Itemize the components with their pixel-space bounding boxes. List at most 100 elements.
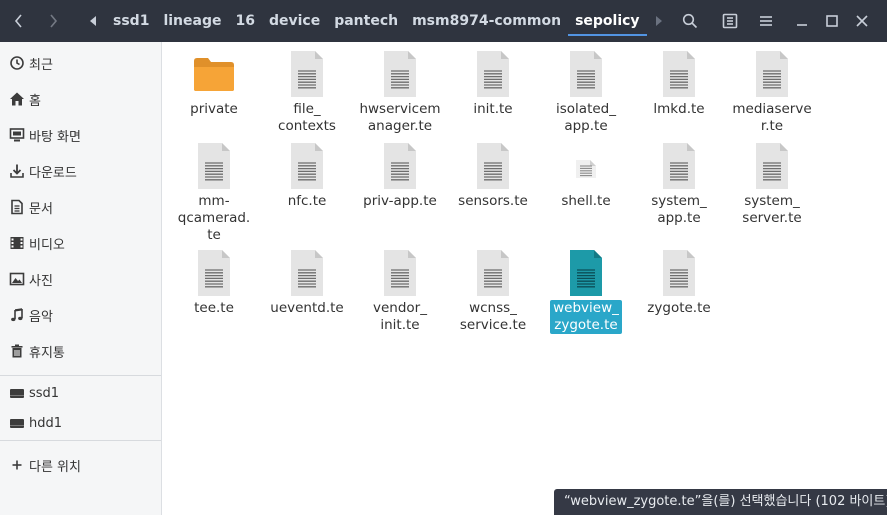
file-name: hwservicem anager.te xyxy=(359,101,441,134)
maximize-button[interactable] xyxy=(818,8,846,34)
text-file-icon xyxy=(748,142,796,190)
text-file-icon xyxy=(469,50,517,98)
chevron-right-icon xyxy=(50,14,58,28)
close-button[interactable] xyxy=(848,8,876,34)
sidebar-item-label: ssd1 xyxy=(29,385,60,401)
breadcrumb-item[interactable]: sepolicy xyxy=(568,6,647,36)
file-name: private xyxy=(190,101,238,117)
file-item[interactable]: lmkd.te xyxy=(638,50,720,118)
sidebar-item-label: 바탕 화면 xyxy=(29,129,81,145)
text-file-icon xyxy=(655,50,703,98)
breadcrumb-item[interactable]: device xyxy=(262,6,327,36)
sidebar-item-label: 홈 xyxy=(29,93,41,109)
sidebar-item-label: 사진 xyxy=(29,273,53,289)
file-name: mm- qcamerad. te xyxy=(177,193,251,243)
file-item[interactable]: tee.te xyxy=(173,249,255,317)
file-item[interactable]: ueventd.te xyxy=(266,249,348,317)
breadcrumb-item[interactable]: pantech xyxy=(327,6,405,36)
file-name: tee.te xyxy=(194,300,234,316)
sidebar-divider xyxy=(0,375,161,376)
text-file-icon xyxy=(748,50,796,98)
file-name: zygote.te xyxy=(647,300,711,316)
file-item[interactable]: sensors.te xyxy=(452,142,534,210)
clock-icon xyxy=(9,55,25,71)
file-item[interactable]: vendor_ init.te xyxy=(359,249,441,334)
text-file-icon xyxy=(469,249,517,297)
file-item[interactable]: hwservicem anager.te xyxy=(359,50,441,135)
file-item[interactable]: nfc.te xyxy=(266,142,348,210)
sidebar-item-label: 비디오 xyxy=(29,237,65,253)
minimize-button[interactable] xyxy=(788,8,816,34)
sidebar-item-trash[interactable]: 휴지통 xyxy=(0,336,161,366)
file-item[interactable]: wcnss_ service.te xyxy=(452,249,534,334)
sidebar-item-recent[interactable]: 최근 xyxy=(0,48,161,78)
text-file-icon xyxy=(469,142,517,190)
folder-icon xyxy=(190,50,238,98)
sidebar-item-ssd1[interactable]: ssd1 xyxy=(0,378,161,408)
file-item[interactable]: shell.te xyxy=(545,142,627,210)
file-item[interactable]: zygote.te xyxy=(638,249,720,317)
text-file-icon xyxy=(190,249,238,297)
file-item[interactable]: priv-app.te xyxy=(359,142,441,210)
file-item[interactable]: system_ server.te xyxy=(731,142,813,227)
drive-icon xyxy=(9,385,25,401)
breadcrumb-item[interactable]: ssd1 xyxy=(106,6,156,36)
file-name: mediaserve r.te xyxy=(732,101,812,134)
triangle-left-icon xyxy=(90,16,96,26)
sidebar-item-label: 최근 xyxy=(29,57,53,73)
plus-icon xyxy=(9,457,25,473)
file-name: lmkd.te xyxy=(653,101,705,117)
back-button[interactable] xyxy=(6,8,32,34)
folder-item[interactable]: private xyxy=(173,50,255,118)
breadcrumb-item[interactable]: msm8974-common xyxy=(405,6,568,36)
text-file-icon xyxy=(190,142,238,190)
forward-button[interactable] xyxy=(40,8,66,34)
file-name: init.te xyxy=(473,101,513,117)
desktop-icon xyxy=(9,127,25,143)
file-item[interactable]: file_ contexts xyxy=(266,50,348,135)
sidebar-item-music[interactable]: 음악 xyxy=(0,300,161,330)
breadcrumb-item[interactable]: lineage xyxy=(156,6,228,36)
text-file-icon xyxy=(562,50,610,98)
sidebar-item-downloads[interactable]: 다운로드 xyxy=(0,156,161,186)
file-item[interactable]: mediaserve r.te xyxy=(731,50,813,135)
chevron-left-icon xyxy=(14,14,22,28)
file-item[interactable]: webview_ zygote.te xyxy=(545,249,627,334)
sidebar-item-other-locations[interactable]: 다른 위치 xyxy=(0,450,161,480)
text-file-icon xyxy=(562,249,610,297)
file-item[interactable]: init.te xyxy=(452,50,534,118)
file-item[interactable]: isolated_ app.te xyxy=(545,50,627,135)
status-bar: “webview_zygote.te”을(를) 선택했습니다 (102 바이트) xyxy=(554,489,887,515)
file-name: priv-app.te xyxy=(363,193,437,209)
text-file-icon xyxy=(655,249,703,297)
breadcrumb-left-arrow[interactable] xyxy=(80,16,106,26)
list-view-icon xyxy=(722,13,738,29)
breadcrumb-item[interactable]: 16 xyxy=(228,6,261,36)
document-icon xyxy=(9,199,25,215)
video-icon xyxy=(9,235,25,251)
hamburger-menu-icon xyxy=(760,16,772,26)
sidebar-item-desktop[interactable]: 바탕 화면 xyxy=(0,120,161,150)
sidebar-item-documents[interactable]: 문서 xyxy=(0,192,161,222)
search-button[interactable] xyxy=(676,8,704,34)
sidebar-item-pictures[interactable]: 사진 xyxy=(0,264,161,294)
sidebar-item-label: 문서 xyxy=(29,201,53,217)
text-file-icon xyxy=(376,142,424,190)
view-list-button[interactable] xyxy=(716,8,744,34)
menu-button[interactable] xyxy=(752,8,780,34)
text-file-icon xyxy=(376,249,424,297)
file-item[interactable]: system_ app.te xyxy=(638,142,720,227)
file-name: file_ contexts xyxy=(278,101,336,134)
file-name: system_ app.te xyxy=(651,193,707,226)
file-item[interactable]: mm- qcamerad. te xyxy=(173,142,255,244)
file-name: ueventd.te xyxy=(270,300,344,316)
file-grid: private file_ contexts hwservicem anager.t… xyxy=(163,42,887,515)
sidebar-item-home[interactable]: 홈 xyxy=(0,84,161,114)
header-bar: ssd1 lineage 16 device pantech msm8974-common… xyxy=(0,0,887,42)
text-file-icon xyxy=(376,50,424,98)
sidebar-item-hdd1[interactable]: hdd1 xyxy=(0,408,161,438)
sidebar-item-videos[interactable]: 비디오 xyxy=(0,228,161,258)
close-icon xyxy=(856,15,868,27)
breadcrumb-right-arrow[interactable] xyxy=(647,16,671,26)
text-file-icon xyxy=(655,142,703,190)
